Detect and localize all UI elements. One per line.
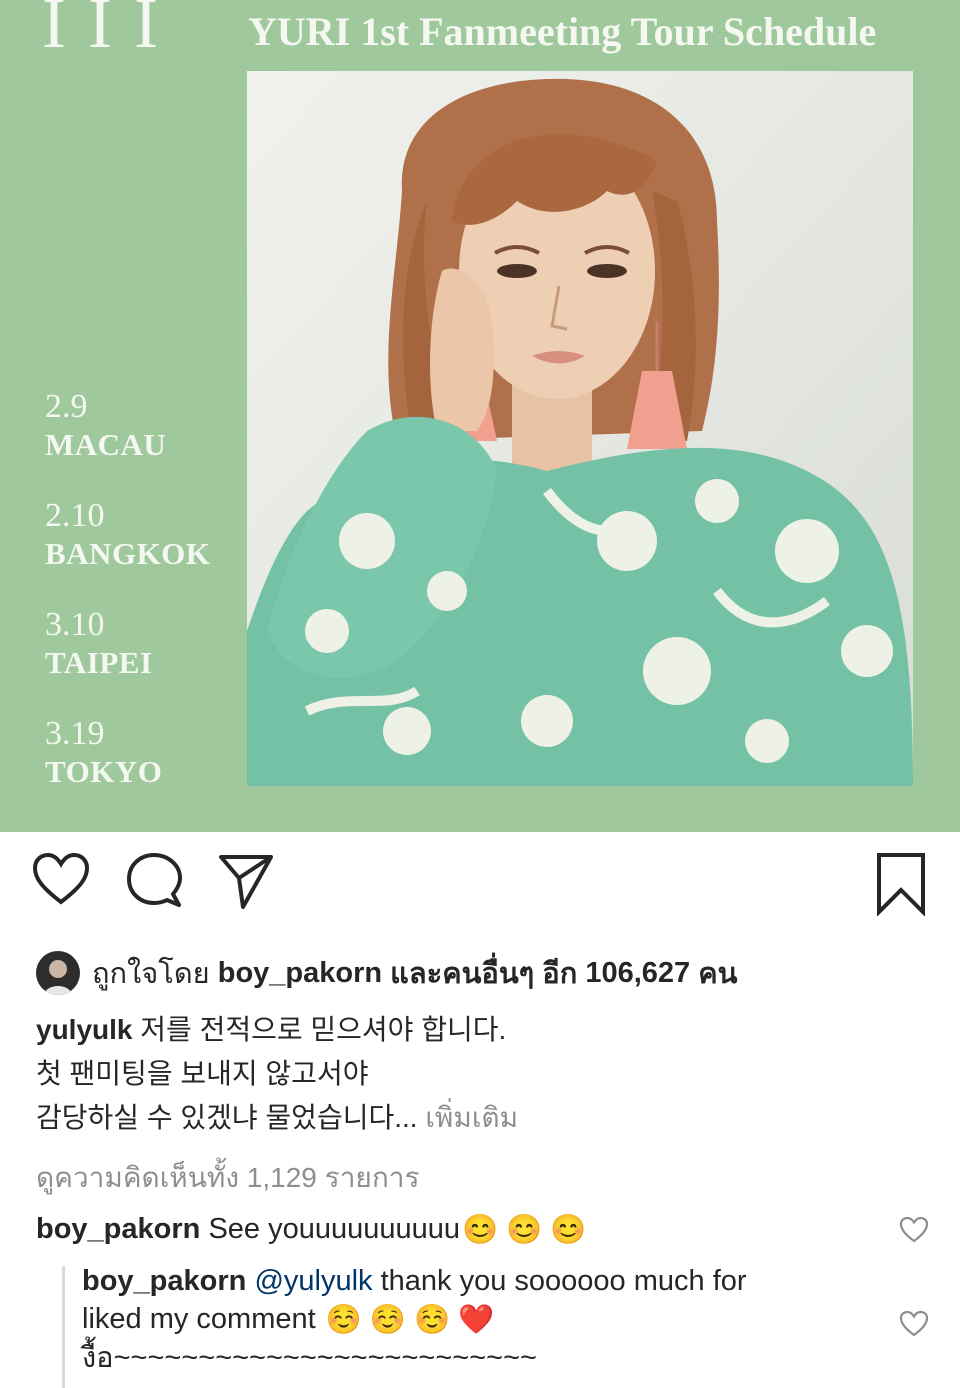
schedule-date: 2.10 [45,497,105,534]
reply-text-line-2: liked my comment [82,1303,316,1335]
schedule-item: 2.10 BANGKOK [45,497,245,606]
reply-emojis: ☺️ ☺️ ☺️ ❤️ [326,1301,502,1339]
avatar-image [36,951,80,995]
comment-item: boy_pakorn See youuuuuuuuuu 😊 😊 😊 [36,1208,594,1251]
poster-title: YURI 1st Fanmeeting Tour Schedule [248,9,877,54]
portrait-photo [247,71,913,786]
heart-icon [32,852,90,905]
bookmark-icon [877,853,925,917]
heart-icon [899,1216,929,1243]
emoji: 😊 [462,1214,499,1247]
caption-line-3: 감당하실 수 있겠냐 물었습니다... [36,1102,418,1133]
schedule-city: BANGKOK [45,536,211,571]
likes-suffix[interactable]: คน [698,950,737,996]
portrait-illustration [247,71,913,786]
schedule-item: 3.19 TOKYO [45,715,245,824]
comment-button[interactable] [126,852,182,913]
emoji: ☺️ [325,1304,362,1337]
heart-icon [899,1310,929,1337]
avatar[interactable] [36,951,80,995]
tour-schedule: 2.9 MACAU 2.10 BANGKOK 3.10 TAIPEI 3.19 … [45,388,245,824]
caption: yulyulk 저를 전적으로 믿으셔야 합니다. 첫 팬미팅을 보내지 않고서… [36,1008,518,1140]
share-icon [219,855,273,909]
reply-thread-line [62,1266,65,1388]
caption-username[interactable]: yulyulk [36,1014,132,1045]
schedule-city: TAIPEI [45,645,153,680]
schedule-date: 2.9 [45,388,88,425]
emoji: ❤️ [458,1304,495,1337]
schedule-city: MACAU [45,427,167,462]
brand-logo: I I I [42,0,160,63]
comment-username[interactable]: boy_pakorn [36,1213,200,1245]
schedule-city: TOKYO [45,754,163,789]
caption-line-1: 저를 전적으로 믿으셔야 합니다. [140,1014,507,1045]
likes-count[interactable]: 106,627 [585,957,690,990]
action-bar [0,852,960,922]
emoji: ☺️ [369,1304,406,1337]
reply-like-button[interactable] [899,1310,929,1338]
share-button[interactable] [218,852,274,915]
reply-text: thank you soooooo much for [380,1265,747,1297]
liker-username[interactable]: boy_pakorn [218,957,382,990]
post-image[interactable]: I I I YURI 1st Fanmeeting Tour Schedule … [0,0,960,832]
comment-icon [127,853,182,907]
comment-emojis: 😊 😊 😊 [462,1209,594,1251]
likes-summary[interactable]: ถูกใจโดย boy_pakorn และคนอื่นๆ อีก 106,6… [36,948,737,998]
comment-reply: boy_pakorn @yulyulk thank you soooooo mu… [82,1262,872,1377]
schedule-item: 3.10 TAIPEI [45,606,245,715]
comment-text: See youuuuuuuuuu [208,1213,461,1245]
emoji: 😊 [550,1214,587,1247]
save-button[interactable] [876,852,926,921]
schedule-date: 3.10 [45,606,105,643]
emoji: ☺️ [413,1304,451,1337]
likes-prefix: ถูกใจโดย [92,958,210,990]
view-all-comments-link[interactable]: ดูความคิดเห็นทั้ง 1,129 รายการ [36,1156,420,1200]
reply-mention[interactable]: @yulyulk [254,1265,372,1297]
schedule-date: 3.19 [45,715,105,752]
more-link[interactable]: เพิ่มเติม [425,1102,518,1133]
emoji: 😊 [506,1214,543,1247]
like-button[interactable] [32,852,90,913]
comment-like-button[interactable] [899,1216,929,1244]
likes-middle[interactable]: และคนอื่นๆ อีก [390,950,577,996]
schedule-item: 2.9 MACAU [45,388,245,497]
reply-text-line-3: งื้อ~~~~~~~~~~~~~~~~~~~~~~~~~ [82,1342,537,1375]
caption-line-2: 첫 팬미팅을 보내지 않고서야 [36,1058,369,1089]
reply-username[interactable]: boy_pakorn [82,1265,246,1297]
